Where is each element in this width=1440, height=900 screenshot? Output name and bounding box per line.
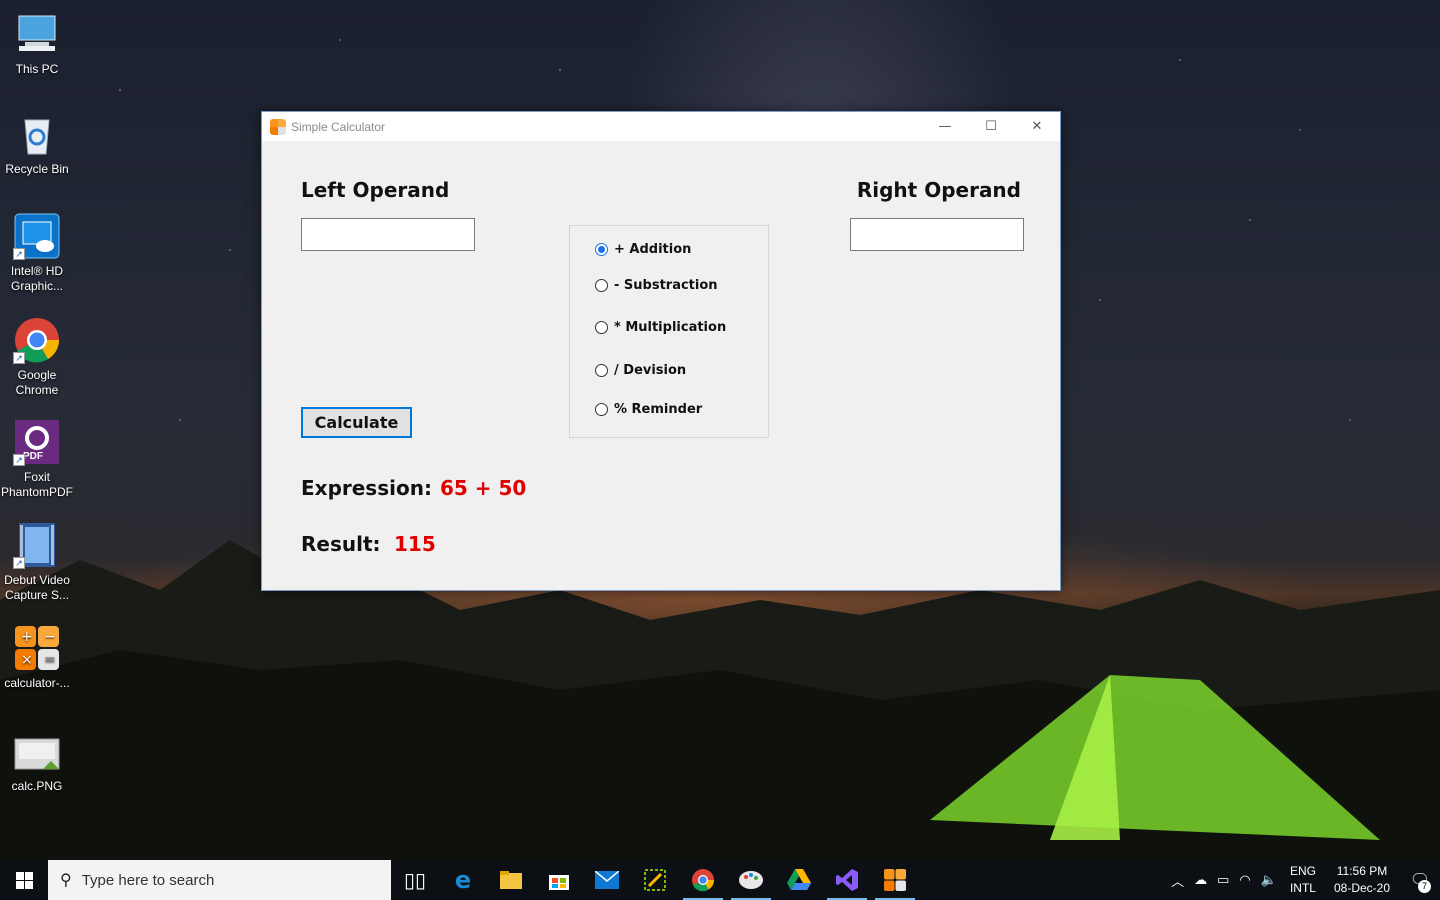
radio-label: * Multiplication <box>614 320 727 335</box>
chevron-up-icon[interactable]: ︿ <box>1171 871 1184 890</box>
radio-button[interactable] <box>595 321 608 334</box>
wifi-icon[interactable]: ◠ <box>1239 872 1250 888</box>
radio-reminder[interactable]: % Reminder <box>595 402 702 417</box>
desktop-icon-google-chrome[interactable]: ↗ Google Chrome <box>0 316 74 398</box>
svg-text:=: = <box>44 652 56 668</box>
svg-text:−: − <box>44 629 56 645</box>
taskbar: ⚲ Type here to search ▯▯ e ︿ ☁ ▭ ◠ 🔈 ENG… <box>0 860 1440 900</box>
snip-tool-icon[interactable] <box>631 860 679 900</box>
radio-label: + Addition <box>614 242 692 257</box>
desktop-icon-label: calculator-... <box>4 676 70 690</box>
desktop-icon-label: calc.PNG <box>11 779 63 793</box>
desktop-icon-label: Intel® HD Graphic... <box>10 264 64 293</box>
volume-icon[interactable]: 🔈 <box>1261 872 1277 888</box>
visual-studio-icon[interactable] <box>823 860 871 900</box>
system-tray: ︿ ☁ ▭ ◠ 🔈 ENG INTL 11:56 PM 08-Dec-20 🗨 … <box>1166 860 1440 900</box>
image-file-icon <box>13 727 61 775</box>
intel-graphics-icon: ↗ <box>13 212 61 260</box>
result-label: Result: <box>301 532 381 556</box>
recycle-bin-icon <box>13 110 61 158</box>
desktop-icon-label: Google Chrome <box>15 368 59 397</box>
minimize-button[interactable]: — <box>922 112 968 141</box>
left-operand-input[interactable] <box>301 218 475 251</box>
radio-division[interactable]: / Devision <box>595 363 686 378</box>
result-value: 115 <box>394 532 436 556</box>
radio-multiplication[interactable]: * Multiplication <box>595 320 726 335</box>
svg-text:×: × <box>21 652 33 668</box>
film-strip-icon: ↗ <box>13 521 61 569</box>
paint-icon[interactable] <box>727 860 775 900</box>
taskbar-search[interactable]: ⚲ Type here to search <box>48 860 391 900</box>
window-titlebar[interactable]: Simple Calculator — ☐ ✕ <box>262 112 1060 141</box>
maximize-button[interactable]: ☐ <box>968 112 1014 141</box>
right-operand-input[interactable] <box>850 218 1024 251</box>
battery-icon[interactable]: ▭ <box>1217 872 1229 888</box>
mail-icon[interactable] <box>583 860 631 900</box>
task-view-icon[interactable]: ▯▯ <box>391 860 439 900</box>
search-icon: ⚲ <box>60 872 72 889</box>
expression-label: Expression: <box>301 476 432 500</box>
clock-time: 11:56 PM <box>1336 864 1388 878</box>
pdf-badge: PDF <box>23 451 43 462</box>
radio-button[interactable] <box>595 403 608 416</box>
foxit-pdf-icon: PDF ↗ <box>13 418 61 466</box>
calculator-app-icon <box>270 118 286 135</box>
windows-logo-icon <box>15 871 33 889</box>
calculator-app-icon: + − × = <box>13 624 61 672</box>
radio-button[interactable] <box>595 364 608 377</box>
desktop-icon-foxit[interactable]: PDF ↗ Foxit PhantomPDF <box>0 418 74 500</box>
close-button[interactable]: ✕ <box>1014 112 1060 141</box>
keyboard-layout: INTL <box>1289 881 1316 895</box>
onedrive-icon[interactable]: ☁ <box>1194 872 1207 888</box>
window-title: Simple Calculator <box>291 119 386 134</box>
calculator-window: Simple Calculator — ☐ ✕ Left Operand Rig… <box>261 111 1061 591</box>
file-explorer-icon[interactable] <box>487 860 535 900</box>
desktop-icon-calc-png[interactable]: calc.PNG <box>0 727 74 794</box>
radio-addition[interactable]: + Addition <box>595 242 691 257</box>
start-button[interactable] <box>0 860 48 900</box>
clock[interactable]: 11:56 PM 08-Dec-20 <box>1334 863 1390 897</box>
desktop-icon-this-pc[interactable]: This PC <box>0 10 74 77</box>
svg-text:+: + <box>21 629 33 645</box>
calculator-icon[interactable] <box>871 860 919 900</box>
store-icon[interactable] <box>535 860 583 900</box>
desktop-icon-calculator[interactable]: + − × = calculator-... <box>0 624 74 691</box>
radio-label: - Substraction <box>614 278 718 293</box>
desktop-icon-debut-video[interactable]: ↗ Debut Video Capture S... <box>0 521 74 603</box>
radio-button-checked[interactable] <box>595 243 608 256</box>
desktop-icon-recycle-bin[interactable]: Recycle Bin <box>0 110 74 177</box>
notification-count-badge: 7 <box>1418 880 1431 893</box>
edge-icon[interactable]: e <box>439 860 487 900</box>
radio-label: % Reminder <box>614 402 703 417</box>
left-operand-label: Left Operand <box>301 178 450 202</box>
desktop-icon-label: Recycle Bin <box>5 162 69 176</box>
search-placeholder: Type here to search <box>81 871 215 889</box>
chrome-icon: ↗ <box>13 316 61 364</box>
desktop-icon-label: Foxit PhantomPDF <box>0 470 74 499</box>
radio-button[interactable] <box>595 279 608 292</box>
language-indicator[interactable]: ENG INTL <box>1290 863 1316 897</box>
desktop-icon-label: This PC <box>15 62 59 76</box>
radio-label: / Devision <box>614 363 687 378</box>
desktop-icon-intel-graphics[interactable]: ↗ Intel® HD Graphic... <box>0 212 74 294</box>
radio-subtraction[interactable]: - Substraction <box>595 278 718 293</box>
clock-date: 08-Dec-20 <box>1333 881 1390 895</box>
calculate-button[interactable]: Calculate <box>301 407 412 438</box>
expression-value: 65 + 50 <box>440 476 527 500</box>
right-operand-label: Right Operand <box>856 178 1021 202</box>
computer-icon <box>13 10 61 58</box>
operations-group: + Addition - Substraction * Multiplicati… <box>569 225 769 438</box>
desktop-icon-label: Debut Video Capture S... <box>4 573 70 602</box>
google-drive-icon[interactable] <box>775 860 823 900</box>
notification-center-button[interactable]: 🗨 7 <box>1400 860 1440 900</box>
chrome-icon[interactable] <box>679 860 727 900</box>
language-code: ENG <box>1289 864 1316 878</box>
